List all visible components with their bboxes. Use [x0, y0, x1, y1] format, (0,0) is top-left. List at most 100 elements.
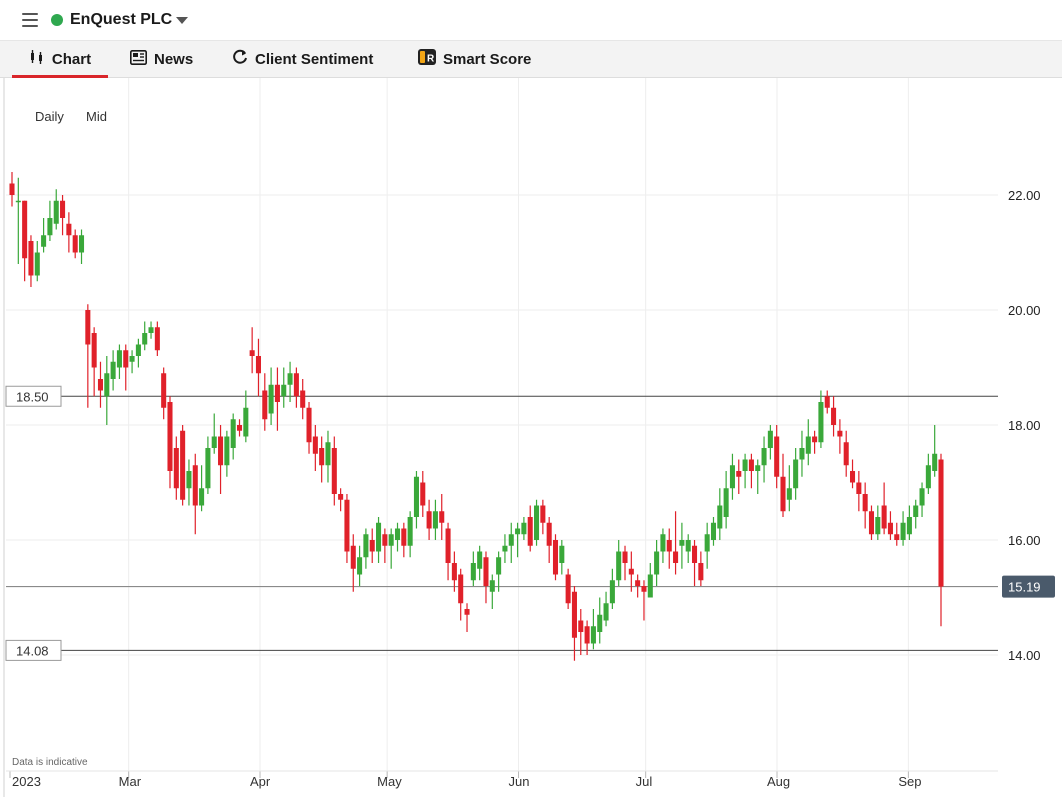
candle-body: [350, 545, 356, 569]
candle-body: [249, 350, 255, 356]
candle-body: [666, 540, 672, 552]
tab-client-sentiment[interactable]: Client Sentiment: [232, 41, 373, 77]
y-tick-label: 18.00: [1008, 418, 1041, 433]
candle-body: [824, 396, 830, 408]
candle-body: [818, 402, 824, 443]
candle-body: [135, 344, 141, 356]
candle-body: [635, 580, 641, 586]
candle-body: [199, 488, 205, 506]
candle-body: [281, 384, 287, 397]
candle-body: [420, 482, 426, 506]
candle-body: [546, 522, 552, 546]
candle-body: [774, 436, 780, 477]
candle-body: [110, 361, 116, 379]
candle-body: [489, 580, 495, 592]
candle-body: [502, 545, 508, 552]
candle-body: [15, 200, 21, 203]
candle-body: [439, 511, 445, 523]
candle-body: [894, 534, 900, 540]
y-tick-label: 22.00: [1008, 188, 1041, 203]
candle-body: [717, 505, 723, 529]
price-type-selector[interactable]: Mid: [86, 109, 107, 124]
candle-body: [571, 591, 577, 638]
candle-body: [761, 448, 767, 466]
candle-body: [60, 200, 66, 218]
candle-body: [603, 603, 609, 621]
tab-chart[interactable]: Chart: [12, 41, 108, 78]
candle-body: [508, 534, 514, 546]
top-bar: EnQuest PLC: [0, 0, 1062, 41]
candle-body: [325, 442, 331, 466]
candle-body: [357, 557, 363, 575]
candle-body: [799, 448, 805, 460]
candle-body: [673, 551, 679, 563]
candle-body: [862, 494, 868, 512]
candle-body: [704, 534, 710, 552]
candlestick-chart[interactable]: 18.50 14.08 15.19 Daily Mid 22.00 20.00 18.0…: [0, 78, 1062, 797]
candle-body: [407, 517, 413, 546]
current-price-label: 15.19: [1008, 580, 1041, 595]
candle-body: [875, 517, 881, 535]
candle-body: [521, 522, 527, 535]
x-tick-label: Apr: [250, 774, 271, 789]
candle-body: [186, 471, 192, 489]
candle-body: [224, 436, 230, 466]
candle-body: [167, 402, 173, 471]
candle-body: [363, 534, 369, 558]
candle-body: [913, 505, 919, 517]
candle-body: [85, 310, 91, 345]
candle-body: [154, 327, 160, 351]
candle-body: [211, 436, 217, 448]
candle-body: [654, 551, 660, 575]
candle-body: [464, 609, 470, 615]
instrument-name[interactable]: EnQuest PLC: [70, 11, 172, 29]
price-chart[interactable]: 18.50 14.08 15.19 Daily Mid 22.00 20.00 18.0…: [0, 78, 1062, 797]
tab-bar: Chart News Client Sentiment R Smart Scor…: [0, 41, 1062, 78]
data-disclaimer: Data is indicative: [12, 757, 88, 768]
candle-body: [319, 448, 325, 466]
candle-body: [925, 465, 931, 489]
candle-body: [72, 235, 78, 253]
candle-body: [47, 218, 53, 236]
candle-body: [540, 505, 546, 523]
tab-news[interactable]: News: [130, 41, 193, 77]
candle-body: [230, 419, 236, 448]
candle-body: [723, 488, 729, 517]
candle-body: [685, 540, 691, 552]
hamburger-menu-icon[interactable]: [22, 13, 38, 27]
candle-body: [192, 465, 198, 506]
tab-client-sentiment-label: Client Sentiment: [255, 50, 374, 68]
candle-body: [445, 528, 451, 563]
candle-body: [729, 465, 735, 489]
candle-body: [710, 522, 717, 540]
tab-chart-label: Chart: [51, 50, 92, 68]
candle-body: [584, 626, 590, 644]
candle-body: [736, 471, 742, 477]
candle-body: [470, 563, 476, 581]
candle-body: [849, 471, 856, 483]
candle-body: [22, 200, 28, 259]
candle-body: [692, 545, 698, 563]
candle-body: [331, 448, 337, 494]
candle-body: [483, 557, 489, 586]
candle-body: [312, 436, 318, 454]
interval-selector[interactable]: Daily: [35, 109, 64, 124]
tab-smart-score[interactable]: R Smart Score: [418, 41, 531, 77]
svg-text:R: R: [427, 54, 435, 65]
candle-body: [218, 436, 224, 466]
candle-body: [660, 534, 666, 552]
candle-body: [205, 448, 211, 489]
chevron-down-icon[interactable]: [176, 17, 188, 24]
candle-body: [104, 373, 110, 397]
candle-body: [274, 384, 280, 402]
x-tick-label: Aug: [767, 774, 790, 789]
candle-body: [837, 430, 843, 437]
candle-body: [698, 563, 704, 581]
candle-body: [793, 459, 799, 489]
candle-body: [552, 540, 559, 575]
reference-line-label: 18.50: [16, 389, 49, 404]
tab-smart-score-label: Smart Score: [443, 50, 532, 68]
candle-body: [938, 459, 944, 587]
reference-line-label: 14.08: [16, 643, 49, 658]
candle-body: [780, 476, 786, 512]
